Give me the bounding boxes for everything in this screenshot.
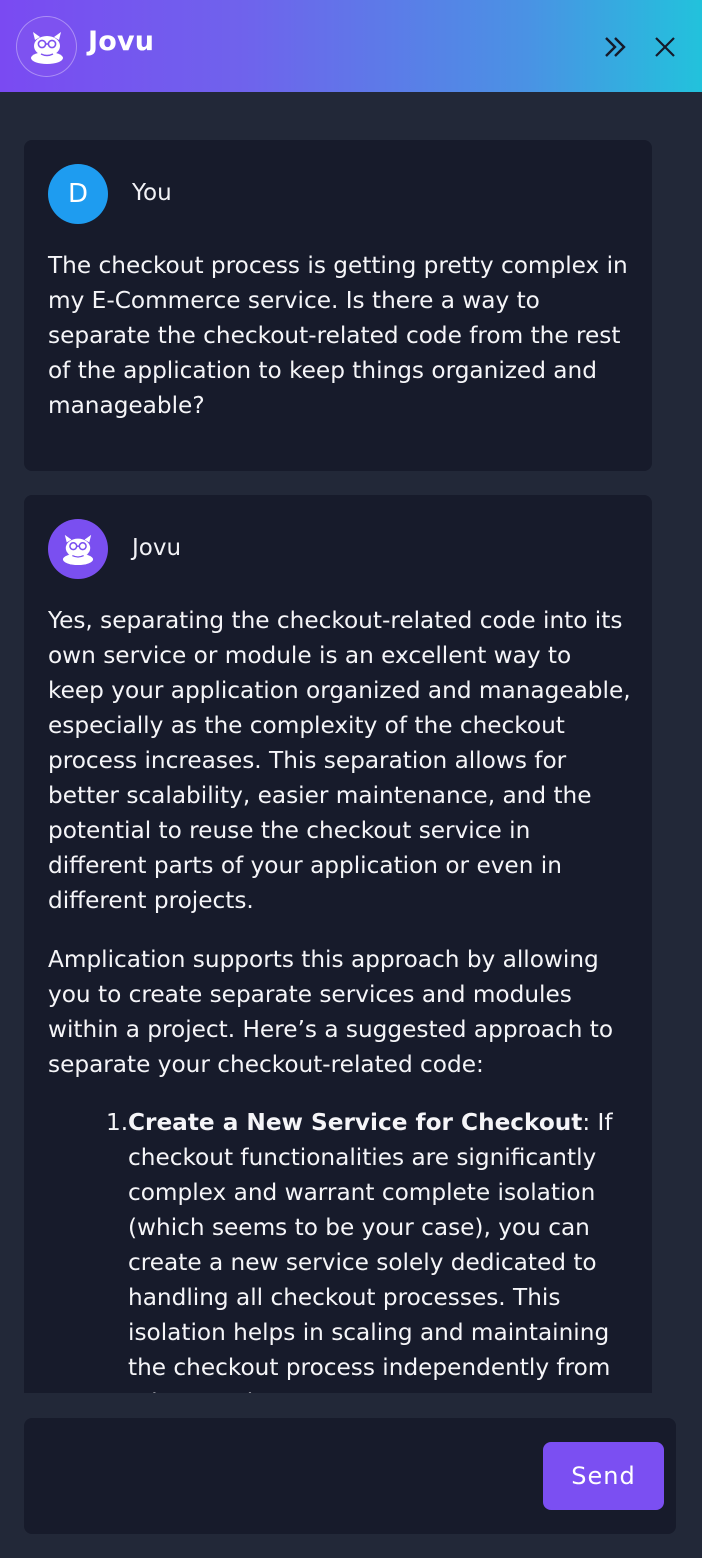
- list-item: Create a New Service for Checkout: If ch…: [128, 1105, 634, 1393]
- message-input[interactable]: [24, 1418, 524, 1534]
- user-message: D You The checkout process is getting pr…: [24, 140, 652, 471]
- list-item-text: : If checkout functionalities are signif…: [128, 1109, 613, 1393]
- message-author: Jovu: [132, 535, 182, 561]
- close-icon[interactable]: [651, 32, 679, 62]
- message-author: You: [132, 180, 172, 206]
- message-paragraph: Amplication supports this approach by al…: [48, 946, 614, 1078]
- user-avatar: D: [48, 164, 108, 224]
- message-composer: Send: [24, 1418, 676, 1534]
- jovu-logo-icon: [16, 16, 77, 77]
- message-text: The checkout process is getting pretty c…: [48, 252, 628, 419]
- chat-header: Jovu: [0, 0, 702, 92]
- jovu-avatar-icon: [48, 519, 108, 579]
- app-title: Jovu: [88, 26, 155, 57]
- chevrons-right-icon[interactable]: [600, 32, 630, 62]
- list-item-title: Create a New Service for Checkout: [128, 1109, 583, 1136]
- send-button[interactable]: Send: [543, 1442, 664, 1510]
- assistant-message: Jovu Yes, separating the checkout-relate…: [24, 495, 652, 1393]
- chat-message-list[interactable]: D You The checkout process is getting pr…: [0, 92, 702, 1393]
- message-paragraph: Yes, separating the checkout-related cod…: [48, 607, 631, 914]
- list-item-number: 1.: [106, 1109, 129, 1136]
